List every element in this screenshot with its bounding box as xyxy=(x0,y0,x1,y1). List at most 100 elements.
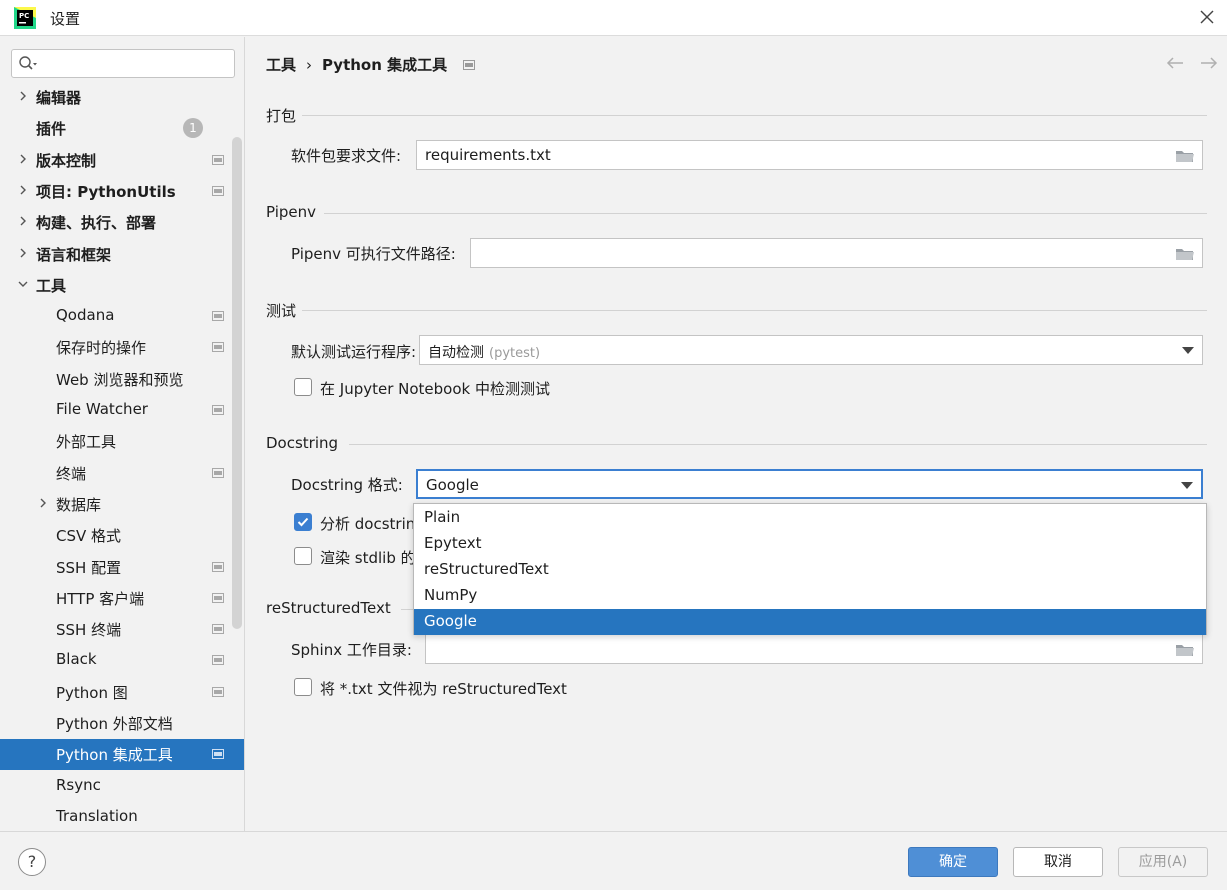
sidebar-item-label: Qodana xyxy=(56,306,115,324)
title-bar: PC 设置 xyxy=(0,0,1227,36)
docstring-format-select[interactable]: Google xyxy=(416,469,1203,499)
project-level-icon xyxy=(212,687,224,697)
dropdown-option-google[interactable]: Google xyxy=(414,609,1206,635)
folder-icon[interactable] xyxy=(1175,148,1195,163)
close-icon[interactable] xyxy=(1198,8,1216,26)
sidebar-item-tools[interactable]: 工具 xyxy=(0,270,244,301)
dropdown-option-plain[interactable]: Plain xyxy=(414,505,1206,531)
sidebar-item-label: Black xyxy=(56,650,97,668)
sidebar-item-label: Web 浏览器和预览 xyxy=(56,371,184,389)
apply-button[interactable]: 应用(A) xyxy=(1118,847,1208,877)
back-arrow-icon[interactable] xyxy=(1165,55,1185,71)
project-level-icon xyxy=(212,655,224,665)
ok-button[interactable]: 确定 xyxy=(908,847,998,877)
chevron-right-icon[interactable] xyxy=(17,247,29,259)
sidebar-scrollbar[interactable] xyxy=(232,137,242,629)
sidebar-item-label: 工具 xyxy=(36,277,67,295)
settings-search-input[interactable] xyxy=(11,49,235,78)
sidebar-item-editor[interactable]: 编辑器 xyxy=(0,82,244,113)
txt-as-rst-label: 将 *.txt 文件视为 reStructuredText xyxy=(320,680,567,698)
dropdown-arrow-icon xyxy=(1182,347,1194,354)
chevron-right-icon[interactable] xyxy=(17,153,29,165)
folder-icon[interactable] xyxy=(1175,642,1195,657)
breadcrumb-parent[interactable]: 工具 xyxy=(266,56,296,74)
sphinx-dir-input[interactable] xyxy=(425,634,1203,664)
sidebar-item-project[interactable]: 项目: PythonUtils xyxy=(0,176,244,207)
sidebar-item-label: Rsync xyxy=(56,776,101,794)
docstring-format-popup: Plain Epytext reStructuredText NumPy Goo… xyxy=(413,503,1207,635)
sidebar-item-file-watcher[interactable]: File Watcher xyxy=(0,395,244,426)
sidebar-item-rsync[interactable]: Rsync xyxy=(0,771,244,802)
test-runner-value: 自动检测 (pytest) xyxy=(428,345,541,361)
test-runner-select[interactable]: 自动检测 (pytest) xyxy=(419,335,1203,365)
test-runner-label: 默认测试运行程序: xyxy=(291,343,417,361)
sidebar-item-ssh-config[interactable]: SSH 配置 xyxy=(0,552,244,583)
sidebar-item-label: 终端 xyxy=(56,465,87,483)
requirements-file-label: 软件包要求文件: xyxy=(291,147,402,165)
dropdown-option-numpy[interactable]: NumPy xyxy=(414,583,1206,609)
help-button[interactable]: ? xyxy=(18,848,46,876)
breadcrumb: 工具 › Python 集成工具 xyxy=(266,54,447,75)
sidebar-item-label: SSH 配置 xyxy=(56,559,122,577)
sidebar-item-label: File Watcher xyxy=(56,400,148,418)
sidebar-item-label: Translation xyxy=(56,807,138,825)
project-level-icon xyxy=(212,593,224,603)
cancel-button[interactable]: 取消 xyxy=(1013,847,1103,877)
project-level-icon xyxy=(212,342,224,352)
sidebar-item-python-diagram[interactable]: Python 图 xyxy=(0,677,244,708)
svg-text:PC: PC xyxy=(19,12,29,20)
sidebar-item-python-integrated-tools[interactable]: Python 集成工具 xyxy=(0,739,244,770)
sidebar-item-save-actions[interactable]: 保存时的操作 xyxy=(0,332,244,363)
render-stdlib-checkbox[interactable] xyxy=(294,547,312,565)
forward-arrow-icon[interactable] xyxy=(1199,55,1219,71)
sidebar-item-qodana[interactable]: Qodana xyxy=(0,301,244,332)
sphinx-dir-label: Sphinx 工作目录: xyxy=(291,641,412,659)
breadcrumb-current: Python 集成工具 xyxy=(322,56,448,74)
dialog-footer: ? 确定 取消 应用(A) xyxy=(0,831,1227,890)
sidebar-item-black[interactable]: Black xyxy=(0,645,244,676)
jupyter-test-checkbox[interactable] xyxy=(294,378,312,396)
dropdown-option-restructuredtext[interactable]: reStructuredText xyxy=(414,557,1206,583)
sidebar-item-label: 语言和框架 xyxy=(36,246,112,264)
folder-icon[interactable] xyxy=(1175,246,1195,261)
sidebar-item-label: 数据库 xyxy=(56,496,102,514)
analyze-docstring-checkbox[interactable] xyxy=(294,513,312,531)
sidebar-item-terminal[interactable]: 终端 xyxy=(0,458,244,489)
sidebar-item-csv[interactable]: CSV 格式 xyxy=(0,520,244,551)
project-level-icon xyxy=(212,562,224,572)
sidebar-item-vcs[interactable]: 版本控制 xyxy=(0,145,244,176)
dropdown-option-epytext[interactable]: Epytext xyxy=(414,531,1206,557)
section-pipenv-title: Pipenv xyxy=(266,203,317,221)
project-level-icon xyxy=(212,186,224,196)
sidebar-item-languages[interactable]: 语言和框架 xyxy=(0,239,244,270)
chevron-right-icon[interactable] xyxy=(17,215,29,227)
chevron-right-icon[interactable] xyxy=(17,90,29,102)
sidebar-item-http-client[interactable]: HTTP 客户端 xyxy=(0,583,244,614)
requirements-file-input[interactable]: requirements.txt xyxy=(416,140,1203,170)
pycharm-logo-icon: PC xyxy=(14,7,36,29)
sidebar-item-python-docs[interactable]: Python 外部文档 xyxy=(0,708,244,739)
chevron-right-icon[interactable] xyxy=(37,497,49,509)
sidebar-item-database[interactable]: 数据库 xyxy=(0,489,244,520)
sidebar-item-label: CSV 格式 xyxy=(56,527,122,545)
sidebar-item-label: 构建、执行、部署 xyxy=(36,214,157,232)
section-rst-title: reStructuredText xyxy=(266,599,391,617)
pipenv-path-input[interactable] xyxy=(470,238,1203,268)
docstring-format-value: Google xyxy=(426,476,479,494)
sidebar-item-external-tools[interactable]: 外部工具 xyxy=(0,426,244,457)
docstring-format-label: Docstring 格式: xyxy=(291,476,403,494)
sidebar-item-plugins[interactable]: 插件 1 xyxy=(0,113,244,144)
chevron-right-icon[interactable] xyxy=(17,184,29,196)
txt-as-rst-checkbox[interactable] xyxy=(294,678,312,696)
render-stdlib-label: 渲染 stdlib 的 xyxy=(320,549,416,567)
chevron-down-icon[interactable] xyxy=(17,278,29,290)
sidebar-item-web-browsers[interactable]: Web 浏览器和预览 xyxy=(0,364,244,395)
sidebar-item-label: 外部工具 xyxy=(56,433,117,451)
section-divider xyxy=(349,444,1207,445)
sidebar-item-ssh-terminal[interactable]: SSH 终端 xyxy=(0,614,244,645)
sidebar-item-label: Python 集成工具 xyxy=(56,746,173,764)
sidebar-item-build[interactable]: 构建、执行、部署 xyxy=(0,207,244,238)
project-level-icon xyxy=(212,155,224,165)
sidebar-item-translation[interactable]: Translation xyxy=(0,802,244,831)
section-packaging-title: 打包 xyxy=(266,107,297,125)
